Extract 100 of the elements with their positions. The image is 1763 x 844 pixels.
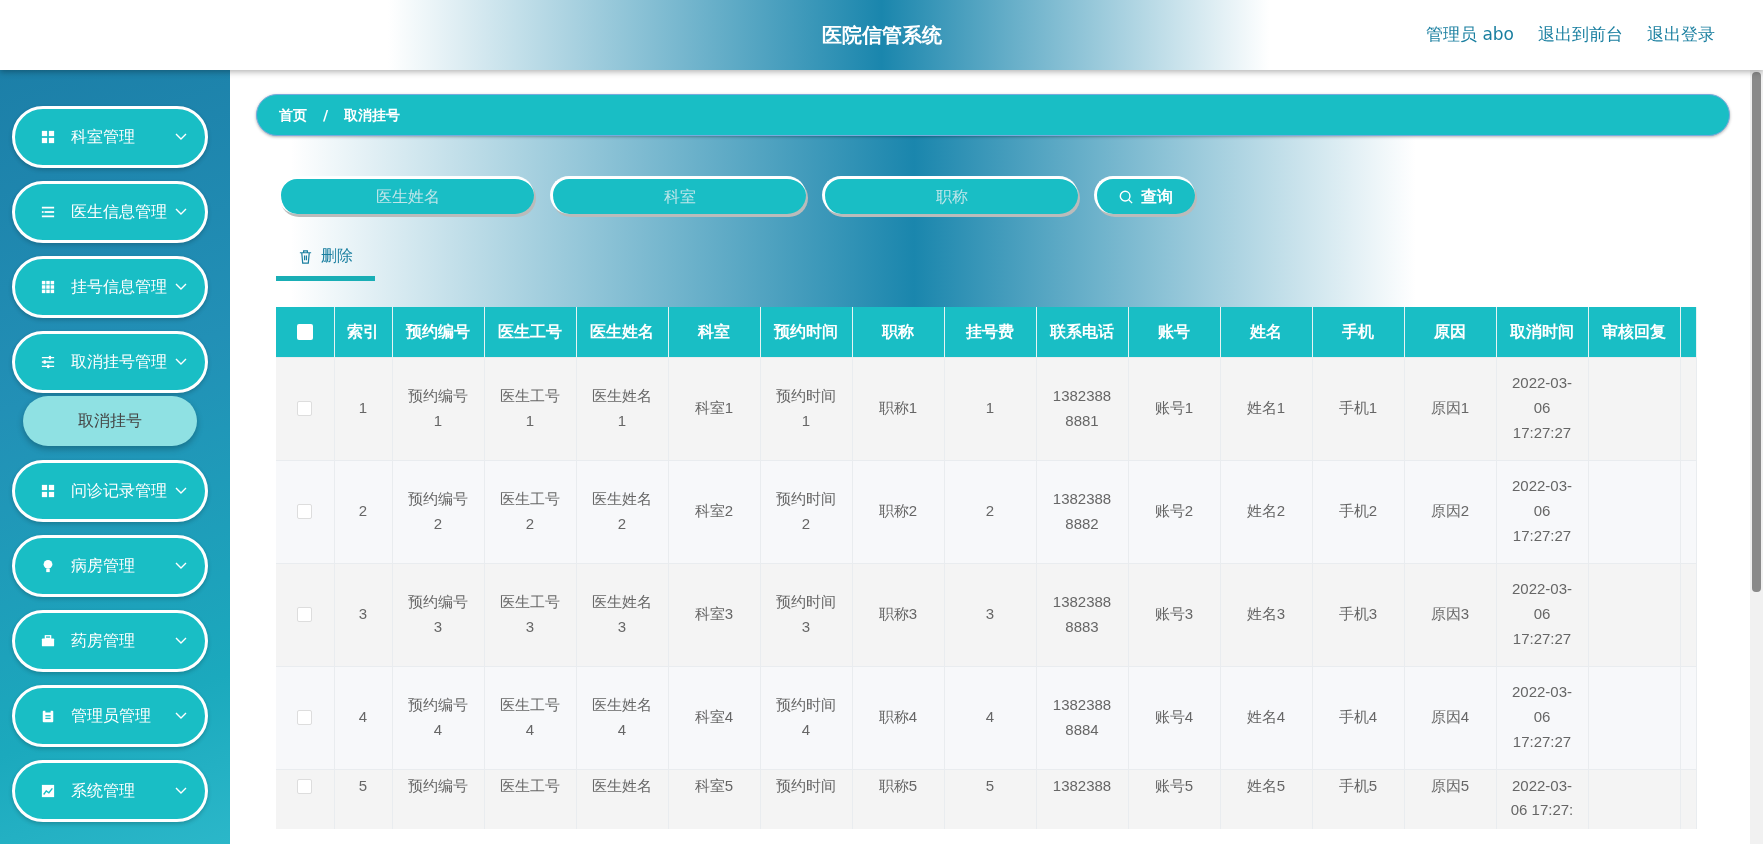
chevron-down-icon (175, 562, 187, 570)
search-button[interactable]: 查询 (1094, 176, 1195, 214)
column-header: 姓名 (1220, 307, 1312, 357)
chevron-down-icon (175, 487, 187, 495)
table-cell-text: 医生姓名3 (591, 591, 653, 637)
header-link[interactable]: 退出到前台 (1538, 22, 1623, 48)
table-cell-text: 1382388 (1052, 775, 1112, 796)
table-cell-text: 手机3 (1338, 604, 1378, 625)
clipboard-icon (41, 709, 55, 723)
table-cell-text: 职称2 (878, 501, 918, 522)
table-cell-text: 原因4 (1430, 707, 1470, 728)
table-cell-text: 职称5 (878, 775, 918, 796)
column-header: 医生工号 (484, 307, 576, 357)
scrollbar[interactable] (1750, 70, 1763, 844)
table-cell-text: 账号1 (1154, 398, 1194, 419)
breadcrumb-link[interactable]: 首页 (279, 104, 307, 126)
header-link[interactable]: 管理员 abo (1426, 22, 1514, 48)
chevron-down-icon (175, 208, 187, 216)
table-cell-text: 2022-03-06 17:27:27 (1510, 373, 1573, 443)
table-cell-text: 2 (358, 501, 368, 522)
table-cell-text: 原因3 (1430, 604, 1470, 625)
column-header: 科室 (668, 307, 760, 357)
column-header: 取消时间 (1496, 307, 1588, 357)
column-header: 原因 (1404, 307, 1496, 357)
chevron-down-icon (175, 283, 187, 291)
table-cell-text: 账号2 (1154, 501, 1194, 522)
table-cell-text: 医生工号 (500, 775, 560, 796)
search-field[interactable]: 医生姓名 (278, 176, 534, 214)
table-cell-text: 预约编号 (408, 775, 468, 796)
chevron-down-icon (175, 787, 187, 795)
table-cell-text: 原因2 (1430, 501, 1470, 522)
table-cell-text: 预约时间2 (775, 488, 837, 534)
table-cell-text: 5 (358, 775, 368, 796)
sidebar-menu-item[interactable]: 取消挂号管理 (12, 331, 208, 393)
column-header: 联系电话 (1036, 307, 1128, 357)
list-icon (41, 205, 55, 219)
grid-icon (41, 130, 55, 144)
table-cell-text: 2022-03-06 17:27:27 (1510, 579, 1573, 649)
column-header: 职称 (852, 307, 944, 357)
chart-icon (41, 784, 55, 798)
row-checkbox[interactable] (297, 778, 313, 794)
sidebar-menu-item[interactable]: 管理员管理 (12, 685, 208, 747)
table-cell-text: 4 (985, 707, 995, 728)
breadcrumb-current: 取消挂号 (344, 105, 401, 125)
sidebar-menu-item[interactable]: 药房管理 (12, 610, 208, 672)
table-cell-text: 科室4 (694, 707, 734, 728)
column-header: 预约时间 (760, 307, 852, 357)
search-field[interactable]: 科室 (550, 176, 806, 214)
column-header: 挂号费 (944, 307, 1036, 357)
table-cell-text: 账号3 (1154, 604, 1194, 625)
table-cell-text: 1 (985, 398, 995, 419)
column-header: 审核回复 (1588, 307, 1680, 357)
grid-icon (41, 484, 55, 498)
chevron-down-icon (175, 637, 187, 645)
table-cell-text: 预约时间 (776, 775, 836, 796)
briefcase-icon (41, 634, 55, 648)
row-checkbox[interactable] (297, 607, 313, 623)
select-all-checkbox[interactable] (296, 324, 313, 341)
chevron-down-icon (175, 133, 187, 141)
trash-icon (298, 248, 313, 264)
table-cell-text: 2022-03-06 17:27:27 (1510, 476, 1573, 546)
search-icon (1119, 189, 1133, 204)
table-cell-text: 科室2 (694, 501, 734, 522)
table-cell-text: 姓名5 (1246, 775, 1286, 796)
table-cell-text: 原因1 (1430, 398, 1470, 419)
table-cell-text: 预约编号1 (407, 385, 469, 431)
table-cell-text: 手机5 (1338, 775, 1378, 796)
table-cell-text: 医生姓名2 (591, 488, 653, 534)
row-checkbox[interactable] (297, 401, 313, 417)
table-cell-text: 医生工号1 (499, 385, 561, 431)
table-cell-text: 医生姓名4 (591, 694, 653, 740)
table-cell-text: 职称4 (878, 707, 918, 728)
table-cell-text: 4 (358, 707, 368, 728)
header-link[interactable]: 退出登录 (1647, 22, 1715, 48)
search-field[interactable]: 职称 (822, 176, 1078, 214)
table-cell-text: 3 (358, 604, 368, 625)
table-cell-text: 职称3 (878, 604, 918, 625)
table-cell-text: 13823888882 (1051, 488, 1113, 534)
scrollbar-thumb[interactable] (1752, 72, 1761, 592)
row-checkbox[interactable] (297, 710, 313, 726)
sidebar-submenu-item[interactable]: 取消挂号 (23, 396, 197, 446)
table-cell-text: 手机1 (1338, 398, 1378, 419)
column-header: 账号 (1128, 307, 1220, 357)
table-cell-text: 5 (985, 775, 995, 796)
sidebar-menu-item[interactable]: 问诊记录管理 (12, 460, 208, 522)
table-cell-text: 姓名1 (1246, 398, 1286, 419)
row-checkbox[interactable] (297, 504, 313, 520)
table-cell-text: 手机4 (1338, 707, 1378, 728)
delete-tab[interactable]: 删除 (276, 236, 375, 281)
table-cell-text: 2 (985, 501, 995, 522)
table-cell-text: 医生工号4 (499, 694, 561, 740)
sidebar-menu-item[interactable]: 病房管理 (12, 535, 208, 597)
breadcrumb-separator: / (323, 105, 329, 125)
sidebar-menu-item[interactable]: 系统管理 (12, 760, 208, 822)
sidebar-menu-item[interactable]: 挂号信息管理 (12, 256, 208, 318)
sidebar-menu-item[interactable]: 医生信息管理 (12, 181, 208, 243)
chevron-down-icon (175, 712, 187, 720)
sidebar-menu-item[interactable]: 科室管理 (12, 106, 208, 168)
table-cell-text: 科室1 (694, 398, 734, 419)
table-cell-text: 13823888883 (1051, 591, 1113, 637)
